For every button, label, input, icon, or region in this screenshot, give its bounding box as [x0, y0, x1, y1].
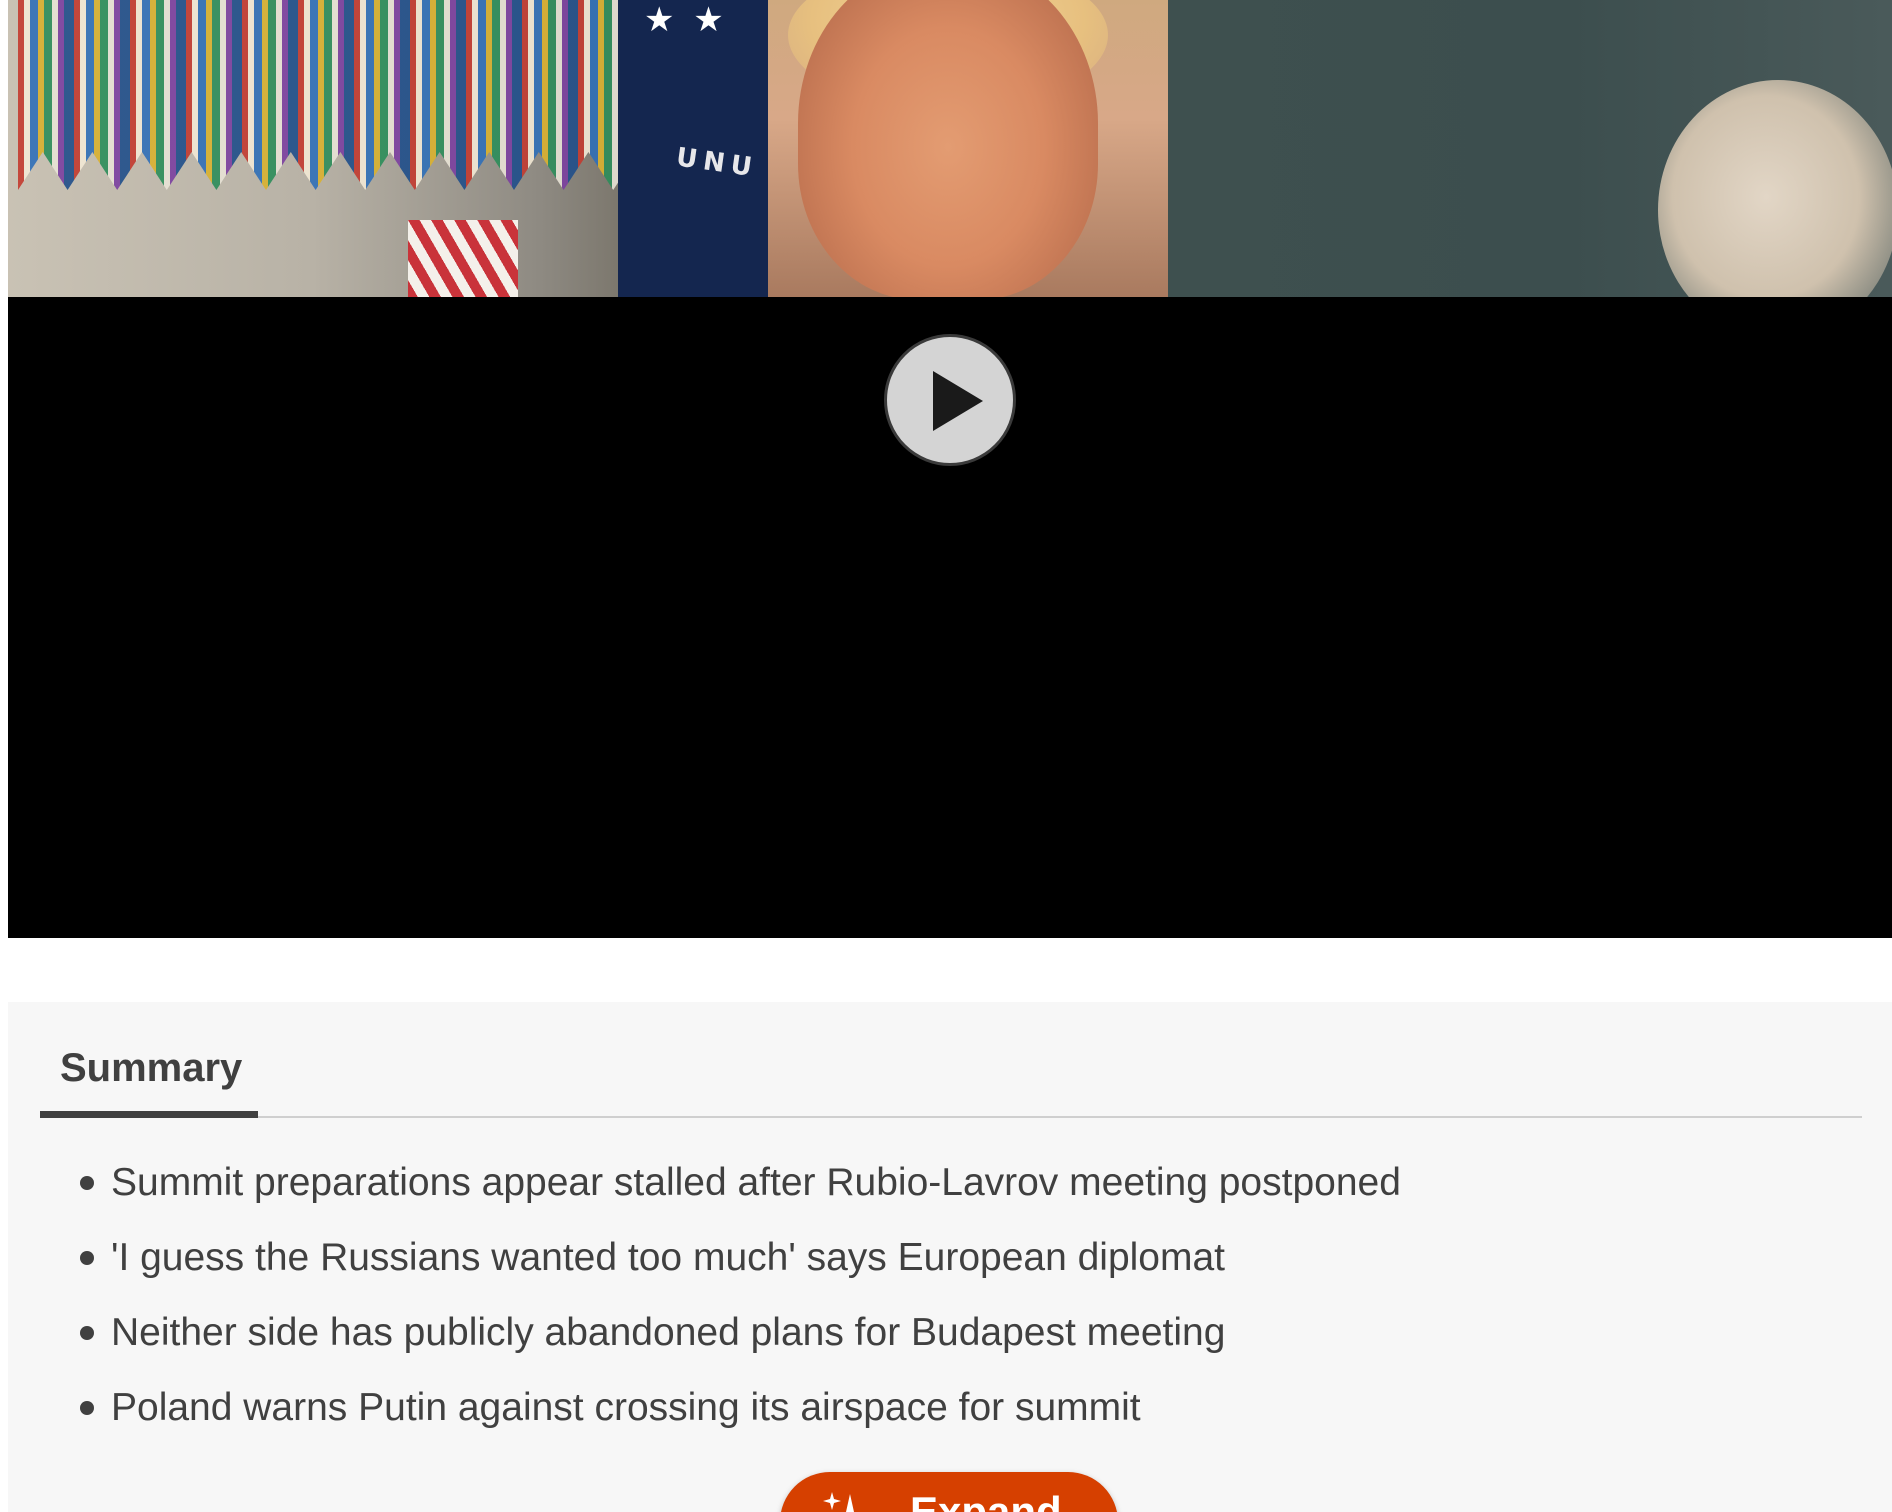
video-player[interactable]: ★ ★ UNU	[8, 0, 1892, 938]
play-button[interactable]	[884, 334, 1016, 466]
thumbnail-ribbons	[18, 0, 638, 190]
bullet-text: 'I guess the Russians wanted too much' s…	[111, 1236, 1226, 1279]
bullet-text: Neither side has publicly abandoned plan…	[111, 1311, 1226, 1354]
thumbnail-stars: ★ ★	[644, 0, 728, 40]
play-icon	[933, 371, 983, 431]
bullet-text: Summit preparations appear stalled after…	[111, 1161, 1401, 1204]
thumbnail-person-face	[798, 0, 1098, 297]
sparkle-icon	[823, 1492, 854, 1512]
thumbnail-flag-stripes	[408, 220, 518, 297]
expand-button[interactable]: Expand	[780, 1472, 1118, 1512]
bullet-text: Poland warns Putin against crossing its …	[111, 1386, 1141, 1429]
video-thumbnail[interactable]: ★ ★ UNU	[8, 0, 1892, 297]
article-page: ★ ★ UNU Summary Summit preparations appe…	[0, 0, 1892, 1512]
bullet-dot	[80, 1176, 94, 1190]
tab-summary[interactable]: Summary	[40, 1046, 258, 1118]
bullet-dot	[80, 1401, 94, 1415]
expand-button-label: Expand	[910, 1488, 1062, 1512]
summary-tabs: Summary	[40, 1002, 1862, 1118]
bullet-dot	[80, 1326, 94, 1340]
bullet-dot	[80, 1251, 94, 1265]
